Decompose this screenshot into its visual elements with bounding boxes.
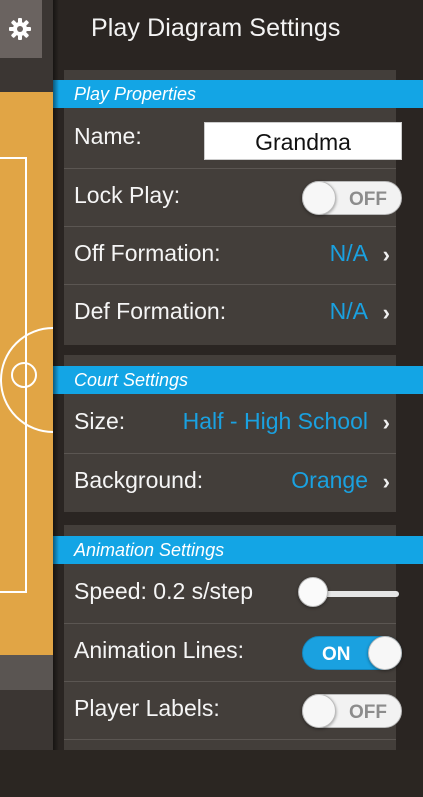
player-labels-label: Player Labels: [74, 695, 220, 721]
settings-button[interactable] [0, 0, 42, 58]
size-label: Size: [74, 408, 126, 434]
chevron-right-icon: › [382, 300, 390, 325]
player-labels-row: Player Labels: OFF [64, 681, 402, 739]
background-label: Background: [74, 467, 204, 493]
settings-panel: Play Diagram Settings Name: Grandma Lock… [53, 0, 423, 750]
play-properties-group: Name: Grandma Lock Play: OFF Off Formati… [64, 70, 402, 345]
animation-lines-label: Animation Lines: [74, 637, 245, 663]
toggle-state-text: OFF [349, 189, 387, 210]
chevron-right-icon: › [382, 410, 390, 435]
def-formation-value: N/A [329, 298, 368, 324]
page-title: Play Diagram Settings [91, 14, 341, 42]
chevron-right-icon: › [382, 242, 390, 267]
toggle-knob [302, 694, 336, 728]
def-formation-row[interactable]: Def Formation: N/A › [64, 284, 396, 342]
speed-label: Speed: 0.2 s/step [74, 578, 254, 604]
player-labels-toggle[interactable]: OFF [302, 694, 402, 728]
speed-row: Speed: 0.2 s/step [64, 565, 399, 623]
next-row [64, 739, 396, 797]
animation-lines-toggle[interactable]: ON [302, 636, 402, 670]
background-row[interactable]: Background: Orange › [64, 453, 396, 511]
chevron-right-icon: › [382, 469, 390, 494]
panel-shadow [53, 0, 59, 750]
lock-play-toggle[interactable]: OFF [302, 181, 402, 215]
name-label: Name: [74, 123, 142, 149]
animation-lines-row: Animation Lines: ON [64, 623, 402, 681]
lock-play-label: Lock Play: [74, 182, 181, 208]
toggle-knob [368, 636, 402, 670]
toggle-state-text: ON [322, 644, 351, 665]
size-value: Half - High School [182, 408, 368, 434]
court-preview-footer [0, 655, 53, 690]
name-row: Name: Grandma [64, 110, 402, 168]
play-properties-header: Play Properties [53, 80, 423, 108]
court-settings-header: Court Settings [53, 366, 423, 394]
off-formation-value: N/A [329, 240, 368, 266]
toggle-knob [302, 181, 336, 215]
court-preview[interactable] [0, 92, 53, 655]
speed-slider-knob[interactable] [298, 577, 328, 607]
off-formation-label: Off Formation: [74, 240, 221, 266]
size-row[interactable]: Size: Half - High School › [64, 395, 396, 453]
def-formation-label: Def Formation: [74, 298, 227, 324]
gear-icon [9, 18, 31, 40]
name-input[interactable]: Grandma [204, 122, 402, 160]
lock-play-row: Lock Play: OFF [64, 168, 402, 226]
animation-settings-header: Animation Settings [53, 536, 423, 564]
toggle-state-text: OFF [349, 702, 387, 723]
off-formation-row[interactable]: Off Formation: N/A › [64, 226, 396, 284]
background-value: Orange [291, 467, 368, 493]
